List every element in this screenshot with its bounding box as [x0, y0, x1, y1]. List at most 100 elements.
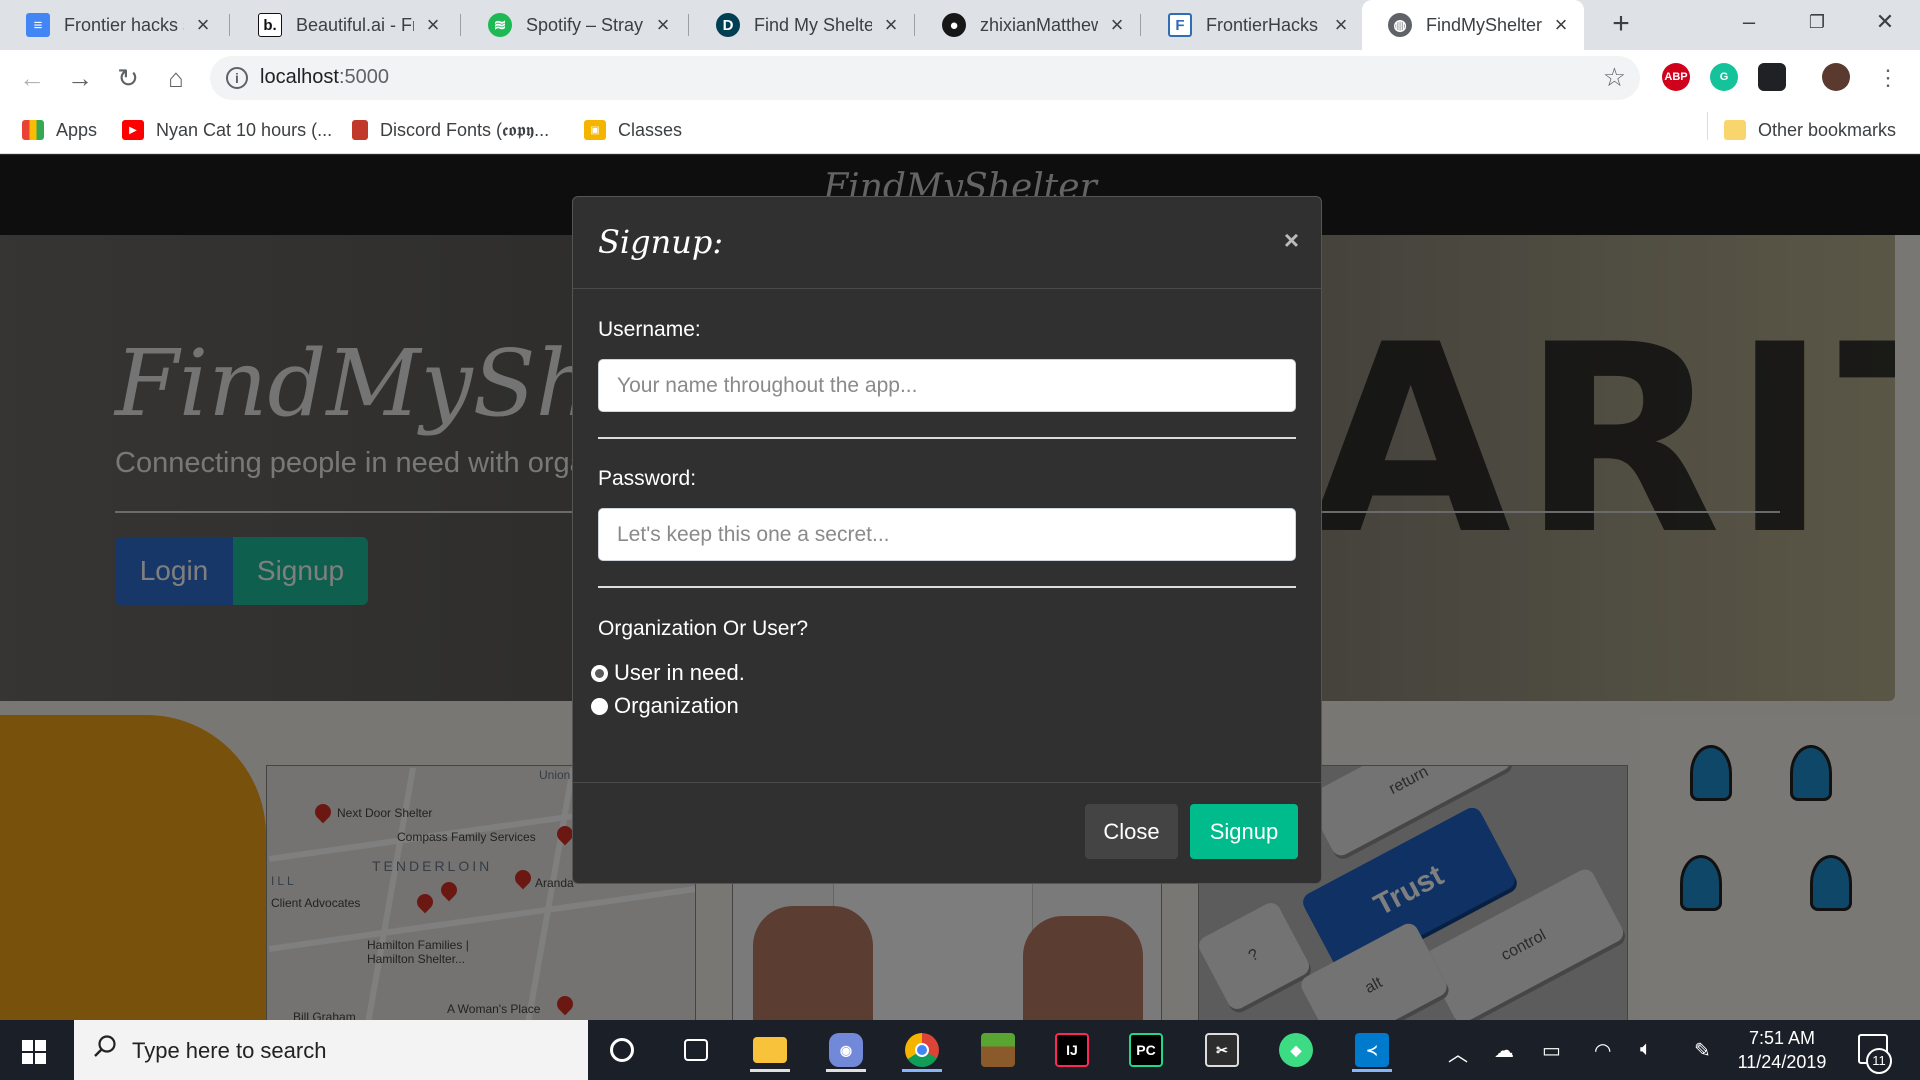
file-explorer-glyph	[753, 1037, 787, 1063]
signup-submit-button[interactable]: Signup	[1190, 804, 1298, 859]
address-bar[interactable]: i localhost:5000 ☆	[210, 56, 1640, 100]
docs-icon: ≡	[26, 13, 50, 37]
globe-icon: ◍	[1388, 13, 1412, 37]
close-icon[interactable]: ×	[1284, 225, 1299, 256]
form-divider	[598, 586, 1296, 588]
bookmark-label: Discord Fonts (𝖈𝖔𝖕𝖞...	[380, 119, 550, 140]
extension-icon[interactable]	[1758, 63, 1786, 91]
back-button[interactable]: ←	[14, 60, 50, 96]
password-input[interactable]	[598, 508, 1296, 561]
bookmark-other[interactable]: Other bookmarks	[1724, 116, 1896, 144]
running-indicator	[1352, 1069, 1392, 1072]
tab-frontier-hacks[interactable]: ≡ Frontier hacks sc ×	[0, 0, 226, 50]
url-host: localhost	[260, 66, 339, 88]
tab-github[interactable]: ● zhixianMatthew ×	[916, 0, 1140, 50]
task-view-icon[interactable]	[674, 1028, 718, 1072]
radio-checked-icon[interactable]	[591, 664, 608, 682]
chevron-up-icon[interactable]: ︿	[1448, 1038, 1468, 1067]
battery-icon[interactable]: ▭	[1542, 1038, 1561, 1063]
intellij-icon[interactable]: IJ	[1050, 1028, 1094, 1072]
bookmark-label: Nyan Cat 10 hours (...	[156, 119, 333, 140]
minimize-button[interactable]: –	[1714, 0, 1784, 44]
role-question: Organization Or User?	[598, 617, 809, 640]
tab-close-icon[interactable]: ×	[652, 12, 674, 38]
username-input[interactable]	[598, 359, 1296, 412]
taskbar-search-box[interactable]: Type here to search	[74, 1020, 588, 1080]
bookmark-divider	[1707, 112, 1708, 140]
tab-close-icon[interactable]: ×	[880, 12, 902, 38]
pen-icon[interactable]: ✎	[1694, 1038, 1711, 1063]
tab-beautiful-ai[interactable]: b. Beautiful.ai - Fro ×	[232, 0, 456, 50]
tab-divider	[460, 14, 461, 36]
tab-close-icon[interactable]: ×	[1106, 12, 1128, 38]
radio-label: Organization	[614, 693, 739, 718]
tab-title: Spotify – Stray K	[526, 14, 644, 35]
search-placeholder: Type here to search	[132, 1038, 327, 1063]
tab-find-my-shelter-devpost[interactable]: D Find My Shelter ×	[690, 0, 914, 50]
tab-close-icon[interactable]: ×	[1330, 12, 1352, 38]
url-text[interactable]: localhost:5000	[260, 66, 389, 89]
bookmark-classes[interactable]: ▣ Classes	[584, 116, 682, 144]
bookmark-discord-fonts[interactable]: Discord Fonts (𝖈𝖔𝖕𝖞...	[352, 116, 549, 144]
wifi-icon[interactable]: ◠	[1594, 1038, 1611, 1063]
bookmark-label: Apps	[56, 119, 98, 140]
close-window-button[interactable]: ✕	[1850, 0, 1920, 44]
running-indicator	[826, 1069, 866, 1072]
new-tab-button[interactable]: +	[1604, 8, 1638, 42]
volume-icon[interactable]: 🔈︎	[1640, 1038, 1652, 1061]
bookmark-apps[interactable]: Apps	[22, 116, 97, 144]
radio-unchecked-icon[interactable]	[591, 697, 608, 715]
home-button[interactable]: ⌂	[158, 60, 194, 96]
tab-title: Beautiful.ai - Fro	[296, 14, 414, 35]
restore-button[interactable]: ❐	[1782, 0, 1852, 44]
onedrive-icon[interactable]: ☁	[1494, 1038, 1514, 1063]
bookmark-star-icon[interactable]: ☆	[1603, 62, 1626, 93]
browser-toolbar: ← → ↻ ⌂ i localhost:5000 ☆ ABP G ⋮	[0, 50, 1920, 106]
browser-tab-strip: ≡ Frontier hacks sc × b. Beautiful.ai - …	[0, 0, 1920, 50]
android-studio-icon[interactable]: ◆	[1274, 1028, 1318, 1072]
notification-count-badge: 11	[1866, 1048, 1892, 1074]
tab-close-icon[interactable]: ×	[422, 12, 444, 38]
forward-button[interactable]: →	[62, 60, 98, 96]
modal-footer: Close Signup	[573, 782, 1321, 883]
tab-close-icon[interactable]: ×	[192, 12, 214, 38]
discord-glyph: ◉	[829, 1033, 863, 1067]
tab-divider	[1140, 14, 1141, 36]
tab-close-icon[interactable]: ×	[1550, 12, 1572, 38]
user-in-need-radio[interactable]: User in need.	[591, 660, 745, 686]
taskbar-clock[interactable]: 7:51 AM 11/24/2019	[1722, 1026, 1842, 1074]
windows-taskbar: Type here to search ◉ IJ PC ✂ ◆ ≺ ︿ ☁ ▭ …	[0, 1020, 1920, 1080]
snipping-icon[interactable]: ✂	[1200, 1028, 1244, 1072]
classes-icon: ▣	[584, 120, 606, 140]
tab-frontierhacks[interactable]: F FrontierHacks ×	[1142, 0, 1364, 50]
adblock-plus-icon[interactable]: ABP	[1662, 63, 1690, 91]
discord-fonts-icon	[352, 120, 368, 140]
task-view-glyph	[684, 1039, 708, 1061]
discord-icon[interactable]: ◉	[824, 1028, 868, 1072]
chrome-glyph	[905, 1033, 939, 1067]
tab-divider	[229, 14, 230, 36]
chrome-icon[interactable]	[900, 1028, 944, 1072]
pycharm-icon[interactable]: PC	[1124, 1028, 1168, 1072]
minecraft-glyph	[981, 1033, 1015, 1067]
reload-button[interactable]: ↻	[110, 60, 146, 96]
vscode-icon[interactable]: ≺	[1350, 1028, 1394, 1072]
minecraft-icon[interactable]	[976, 1028, 1020, 1072]
spotify-icon: ≋	[488, 13, 512, 37]
info-icon[interactable]: i	[226, 67, 248, 89]
vscode-glyph: ≺	[1355, 1033, 1389, 1067]
search-icon	[94, 1035, 116, 1057]
browser-menu-icon[interactable]: ⋮	[1870, 60, 1906, 96]
file-explorer-icon[interactable]	[748, 1028, 792, 1072]
android-studio-glyph: ◆	[1279, 1033, 1313, 1067]
tab-title: FrontierHacks	[1206, 14, 1319, 35]
organization-radio[interactable]: Organization	[591, 693, 739, 719]
close-button[interactable]: Close	[1085, 804, 1178, 859]
grammarly-icon[interactable]: G	[1710, 63, 1738, 91]
cortana-icon[interactable]	[600, 1028, 644, 1072]
profile-avatar[interactable]	[1822, 63, 1850, 91]
tab-findmyshelter-active[interactable]: ◍ FindMyShelter - ×	[1362, 0, 1584, 50]
tab-spotify[interactable]: ≋ Spotify – Stray K ×	[462, 0, 686, 50]
bookmark-nyan-cat[interactable]: ▶ Nyan Cat 10 hours (...	[122, 116, 332, 144]
windows-start-icon[interactable]	[12, 1034, 56, 1068]
